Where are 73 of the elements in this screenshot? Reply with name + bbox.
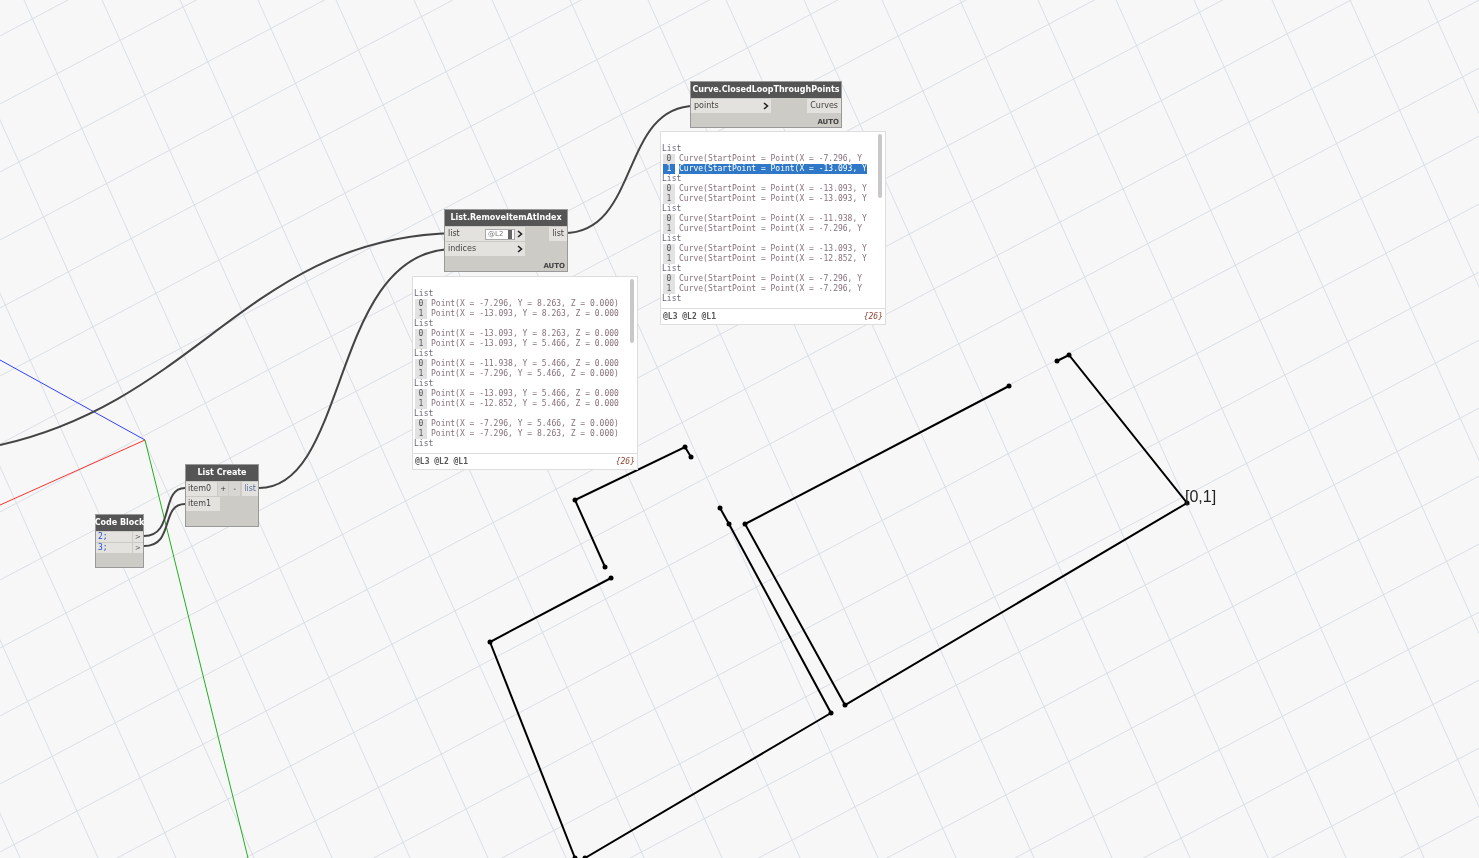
preview-item[interactable]: Curve(StartPoint = Point(X = -7.296, Y	[679, 274, 863, 284]
input-port[interactable]: item1	[186, 497, 220, 511]
list-header: List	[413, 439, 434, 449]
scrollbar[interactable]	[878, 134, 882, 198]
index-label: 1	[415, 309, 427, 319]
index-label: 1	[415, 429, 427, 439]
index-label: 1	[663, 254, 675, 264]
preview-item[interactable]: Point(X = -7.296, Y = 5.466, Z = 0.000)	[431, 419, 619, 429]
index-label: 0	[663, 184, 675, 194]
output-port[interactable]: list	[549, 227, 567, 241]
index-label: 0	[415, 419, 427, 429]
node-title[interactable]: List Create	[186, 465, 258, 481]
index-label: 0	[415, 359, 427, 369]
input-port[interactable]: points	[691, 99, 771, 113]
preview-item[interactable]: Point(X = -13.093, Y = 5.466, Z = 0.000	[431, 339, 619, 349]
list-header: List	[661, 264, 682, 274]
input-port[interactable]: indices	[445, 242, 525, 256]
output-port[interactable]: Curves	[807, 99, 841, 113]
index-label: 0	[663, 154, 675, 164]
input-port[interactable]: item0	[186, 482, 217, 496]
index-label: 0	[663, 274, 675, 284]
index-label: 0	[663, 244, 675, 254]
index-label: 1	[663, 224, 675, 234]
list-header: List	[661, 144, 682, 154]
list-header: List	[661, 234, 682, 244]
level-labels: @L3 @L2 @L1	[415, 455, 468, 468]
index-label: 1	[663, 284, 675, 294]
preview-item[interactable]: Point(X = -13.093, Y = 8.263, Z = 0.000	[431, 329, 619, 339]
preview-item[interactable]: Curve(StartPoint = Point(X = -13.093, Y	[679, 194, 867, 204]
preview-item[interactable]: Point(X = -12.852, Y = 5.466, Z = 0.000	[431, 399, 619, 409]
list-header: List	[413, 349, 434, 359]
index-label: 0	[415, 329, 427, 339]
index-label: 1	[663, 164, 675, 174]
chevron-icon	[763, 102, 769, 110]
node-title[interactable]: List.RemoveItemAtIndex	[445, 210, 567, 226]
preview-item[interactable]: Point(X = -13.093, Y = 5.466, Z = 0.000	[431, 389, 619, 399]
wire	[143, 503, 186, 547]
scrollbar[interactable]	[630, 279, 634, 343]
preview-item[interactable]: Curve(StartPoint = Point(X = -13.093, Y	[679, 244, 867, 254]
node-title[interactable]: Code Block	[96, 515, 143, 531]
output-port[interactable]: list	[242, 482, 258, 496]
wire	[143, 487, 186, 537]
node-title[interactable]: Curve.ClosedLoopThroughPoints	[691, 82, 841, 98]
index-label: 1	[663, 194, 675, 204]
index-label: 0	[415, 389, 427, 399]
index-label: 1	[415, 399, 427, 409]
preview-item[interactable]: Curve(StartPoint = Point(X = -7.296, Y	[679, 284, 863, 294]
preview-item[interactable]: Curve(StartPoint = Point(X = -13.093, Y	[679, 164, 867, 174]
preview-item[interactable]: Point(X = -11.938, Y = 5.466, Z = 0.000	[431, 359, 619, 369]
list-header: List	[413, 409, 434, 419]
list-header: List	[661, 174, 682, 184]
point-label: [0,1]	[1185, 487, 1217, 507]
preview-item[interactable]: Point(X = -7.296, Y = 8.263, Z = 0.000)	[431, 429, 619, 439]
item-count: {26}	[615, 455, 635, 468]
preview-item[interactable]: Curve(StartPoint = Point(X = -7.296, Y	[679, 224, 863, 234]
preview-item[interactable]: Curve(StartPoint = Point(X = -11.938, Y	[679, 214, 867, 224]
preview-item[interactable]: Curve(StartPoint = Point(X = -7.296, Y	[679, 154, 863, 164]
index-label: 1	[415, 339, 427, 349]
list-header: List	[661, 204, 682, 214]
index-label: 0	[415, 299, 427, 309]
list-header: List	[413, 289, 434, 299]
preview-item[interactable]: Curve(StartPoint = Point(X = -13.093, Y	[679, 184, 867, 194]
index-label: 1	[415, 369, 427, 379]
preview-item[interactable]: Point(X = -7.296, Y = 5.466, Z = 0.000)	[431, 369, 619, 379]
preview-item[interactable]: Curve(StartPoint = Point(X = -12.852, Y	[679, 254, 867, 264]
list-header: List	[413, 379, 434, 389]
level-labels: @L3 @L2 @L1	[663, 310, 716, 323]
preview-item[interactable]: Point(X = -13.093, Y = 8.263, Z = 0.000	[431, 309, 619, 319]
item-count: {26}	[863, 310, 883, 323]
preview-item[interactable]: Point(X = -7.296, Y = 8.263, Z = 0.000)	[431, 299, 619, 309]
list-header: List	[661, 294, 682, 304]
list-header: List	[413, 319, 434, 329]
index-label: 0	[663, 214, 675, 224]
